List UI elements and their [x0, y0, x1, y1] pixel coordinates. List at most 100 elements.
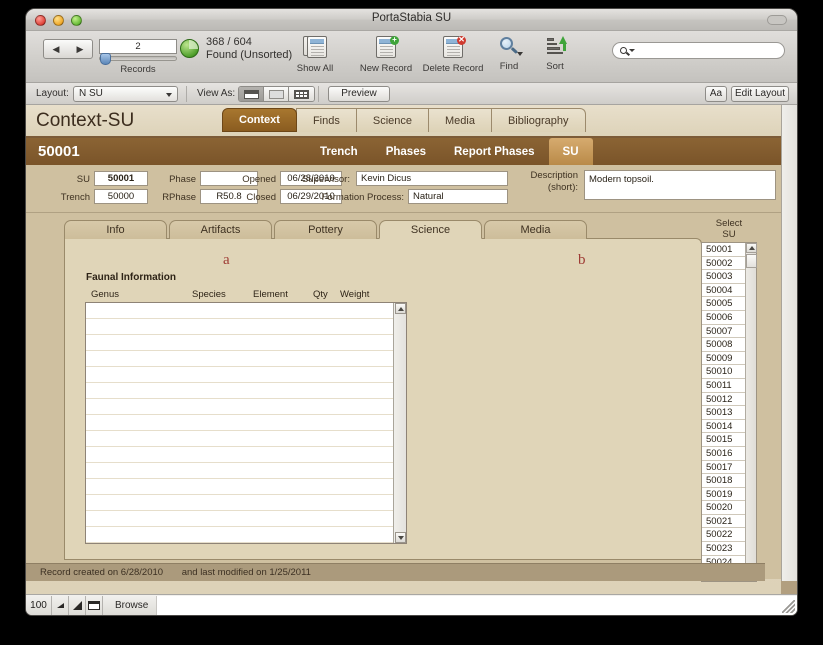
- content-vertical-scrollbar[interactable]: [781, 105, 797, 581]
- zoom-in-button[interactable]: [69, 595, 86, 615]
- record-header-bar: 50001 Trench Phases Report Phases SU: [26, 138, 781, 165]
- select-su-heading: Select SU: [701, 216, 757, 240]
- select-su-item[interactable]: 50003: [702, 270, 745, 284]
- annotation-a: a: [223, 252, 230, 268]
- inner-tab-science[interactable]: Science: [379, 220, 482, 239]
- tab-media[interactable]: Media: [428, 108, 492, 132]
- zoom-out-button[interactable]: [52, 595, 69, 615]
- annotation-b: b: [578, 252, 586, 268]
- records-label: Records: [120, 64, 156, 75]
- select-su-item[interactable]: 50014: [702, 419, 745, 434]
- current-record-input[interactable]: 2: [99, 39, 177, 54]
- select-su-item[interactable]: 50016: [702, 446, 745, 461]
- select-su-scrollbar[interactable]: [745, 243, 757, 581]
- zoom-level-value[interactable]: 100: [26, 595, 52, 615]
- inner-tab-pottery[interactable]: Pottery: [274, 220, 377, 239]
- new-record-label: New Record: [359, 63, 413, 74]
- chevron-down-icon: [166, 93, 172, 97]
- trench-label: Trench: [60, 192, 90, 203]
- faunal-portal-list[interactable]: [85, 302, 407, 544]
- select-su-list[interactable]: 50001 50002 50003 50004 50005 50006 50007 50008…: [701, 242, 757, 582]
- select-su-item[interactable]: 50001: [702, 243, 745, 257]
- record-tab-trench[interactable]: Trench: [306, 138, 372, 165]
- next-record-icon[interactable]: ▶: [77, 44, 84, 55]
- select-su-item[interactable]: 50013: [702, 406, 745, 420]
- description-field[interactable]: Modern topsoil.: [584, 170, 776, 200]
- select-su-item[interactable]: 50007: [702, 324, 745, 339]
- select-su-item[interactable]: 50020: [702, 501, 745, 515]
- view-as-list-button[interactable]: [264, 87, 289, 101]
- page-title: Context-SU: [36, 110, 135, 131]
- record-navigation-book[interactable]: ◀ ▶: [43, 39, 93, 59]
- sort-button[interactable]: Sort: [531, 34, 579, 72]
- delete-record-button[interactable]: ✕ Delete Record: [412, 34, 494, 75]
- tab-bibliography[interactable]: Bibliography: [490, 108, 586, 132]
- find-dropdown-caret-icon[interactable]: [517, 52, 523, 56]
- select-su-item[interactable]: 50017: [702, 460, 745, 475]
- record-tab-report-phases[interactable]: Report Phases: [440, 138, 549, 165]
- select-su-item[interactable]: 50002: [702, 256, 745, 271]
- view-as-form-button[interactable]: [239, 87, 264, 101]
- su-field[interactable]: 50001: [94, 171, 148, 186]
- select-su-item[interactable]: 50015: [702, 433, 745, 447]
- tab-science[interactable]: Science: [355, 108, 429, 132]
- select-su-item[interactable]: 50021: [702, 514, 745, 529]
- layout-select[interactable]: N SU: [73, 86, 178, 102]
- record-tab-phases[interactable]: Phases: [372, 138, 440, 165]
- description-label-line2: (short):: [547, 182, 578, 193]
- quick-find-box[interactable]: [612, 42, 785, 59]
- select-su-item[interactable]: 50012: [702, 392, 745, 407]
- show-all-button[interactable]: Show All: [284, 34, 346, 74]
- select-su-item[interactable]: 50011: [702, 378, 745, 393]
- tab-context[interactable]: Context: [222, 108, 297, 132]
- window-resize-grip[interactable]: [782, 600, 795, 613]
- select-su-items[interactable]: 50001 50002 50003 50004 50005 50006 50007 50008…: [702, 243, 745, 581]
- find-button[interactable]: Find: [484, 34, 534, 72]
- select-su-item[interactable]: 50004: [702, 283, 745, 298]
- select-su-item[interactable]: 50018: [702, 474, 745, 488]
- select-su-item[interactable]: 50005: [702, 297, 745, 311]
- inner-tab-media-label: Media: [520, 224, 551, 236]
- preview-button[interactable]: Preview: [328, 86, 390, 102]
- scroll-down-icon[interactable]: [395, 532, 406, 543]
- search-input[interactable]: [638, 45, 784, 56]
- record-tab-su[interactable]: SU: [548, 138, 593, 165]
- select-su-item[interactable]: 50010: [702, 365, 745, 379]
- search-icon: [620, 47, 627, 54]
- select-su-item[interactable]: 50022: [702, 528, 745, 543]
- view-as-table-button[interactable]: [289, 87, 314, 101]
- layout-select-value: N SU: [79, 88, 103, 99]
- edit-layout-button[interactable]: Edit Layout: [731, 86, 789, 102]
- inner-tab-info[interactable]: Info: [64, 220, 167, 239]
- tab-finds[interactable]: Finds: [295, 108, 357, 132]
- previous-record-icon[interactable]: ◀: [53, 44, 60, 55]
- faunal-portal-rows[interactable]: [86, 303, 393, 543]
- text-formatting-button[interactable]: Aa: [705, 86, 727, 102]
- trench-field[interactable]: 50000: [94, 189, 148, 204]
- view-as-segmented-control[interactable]: [238, 86, 315, 102]
- su-scroll-thumb[interactable]: [746, 254, 757, 268]
- supervisor-field[interactable]: Kevin Dicus: [356, 171, 508, 186]
- su-scroll-up-icon[interactable]: [746, 243, 757, 253]
- select-su-item[interactable]: 50009: [702, 351, 745, 366]
- inner-tab-artifacts[interactable]: Artifacts: [169, 220, 272, 239]
- su-label: SU: [76, 174, 90, 185]
- sort-icon: [542, 34, 568, 60]
- zoom-in-icon: [72, 600, 82, 610]
- column-header-weight: Weight: [340, 289, 370, 300]
- select-su-item[interactable]: 50008: [702, 338, 745, 352]
- inner-tab-media[interactable]: Media: [484, 220, 587, 239]
- select-su-item[interactable]: 50023: [702, 542, 745, 556]
- toggle-status-area-button[interactable]: [86, 595, 103, 615]
- new-record-button[interactable]: + New Record: [351, 34, 421, 75]
- search-dropdown-caret-icon[interactable]: [629, 49, 635, 52]
- record-id-value: 50001: [38, 143, 80, 160]
- formation-process-field[interactable]: Natural: [408, 189, 508, 204]
- select-su-item[interactable]: 50019: [702, 487, 745, 502]
- faunal-portal-scrollbar[interactable]: [393, 303, 406, 543]
- scroll-up-icon[interactable]: [395, 303, 406, 314]
- description-label-line1: Description: [530, 170, 578, 181]
- layout-label: Layout:: [36, 88, 69, 99]
- select-su-item[interactable]: 50006: [702, 310, 745, 325]
- toolbar-toggle-button[interactable]: [767, 15, 787, 25]
